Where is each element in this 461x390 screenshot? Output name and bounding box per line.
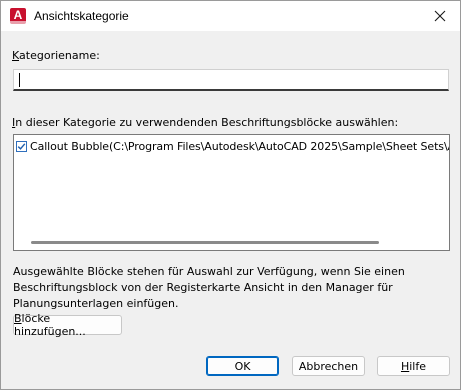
title-bar: A Ansichtskategorie [1,1,460,31]
blocks-section-label: In dieser Kategorie zu verwendenden Besc… [12,116,398,129]
help-button-label-rest: ilfe [409,359,427,373]
help-button[interactable]: Hilfe [377,356,450,376]
app-icon-strip [10,21,26,24]
info-text: Ausgewählte Blöcke stehen für Auswahl zu… [13,265,405,310]
blocks-label-rest: n dieser Kategorie zu verwendenden Besch… [15,116,399,129]
block-checkbox[interactable] [16,140,27,152]
dialog-window: A Ansichtskategorie Kategoriename: In di… [0,0,461,390]
category-name-label: Kategoriename: [12,49,100,62]
window-title: Ansichtskategorie [34,9,129,23]
help-mnemonic: H [400,359,410,373]
close-icon [434,10,446,22]
list-item[interactable]: Callout Bubble(C:\Program Files\Autodesk… [16,138,449,154]
blocks-listbox[interactable]: Callout Bubble(C:\Program Files\Autodesk… [13,134,450,251]
category-name-label-rest: ategoriename: [19,49,100,62]
horizontal-scrollbar[interactable] [31,241,379,244]
text-caret [19,73,20,87]
ok-button-label: OK [234,359,251,373]
app-icon-letter: A [13,8,23,22]
cancel-button[interactable]: Abbrechen [292,356,365,376]
ok-button[interactable]: OK [206,356,279,376]
add-blocks-mnemonic: B [14,312,22,325]
add-blocks-button-label: Blöcke hinzufügen... [14,312,121,338]
close-button[interactable] [420,1,460,31]
help-button-label: Hilfe [401,360,426,373]
block-item-label: Callout Bubble(C:\Program Files\Autodesk… [30,139,449,153]
cancel-button-label: Abbrechen [298,359,359,373]
category-name-input[interactable] [13,69,449,91]
add-blocks-button[interactable]: Blöcke hinzufügen... [13,312,122,338]
autocad-app-icon: A [10,8,26,24]
category-name-label-mnemonic: K [12,49,20,62]
add-blocks-button-label-rest: löcke hinzufügen... [14,312,86,338]
checkmark-icon [17,142,26,150]
